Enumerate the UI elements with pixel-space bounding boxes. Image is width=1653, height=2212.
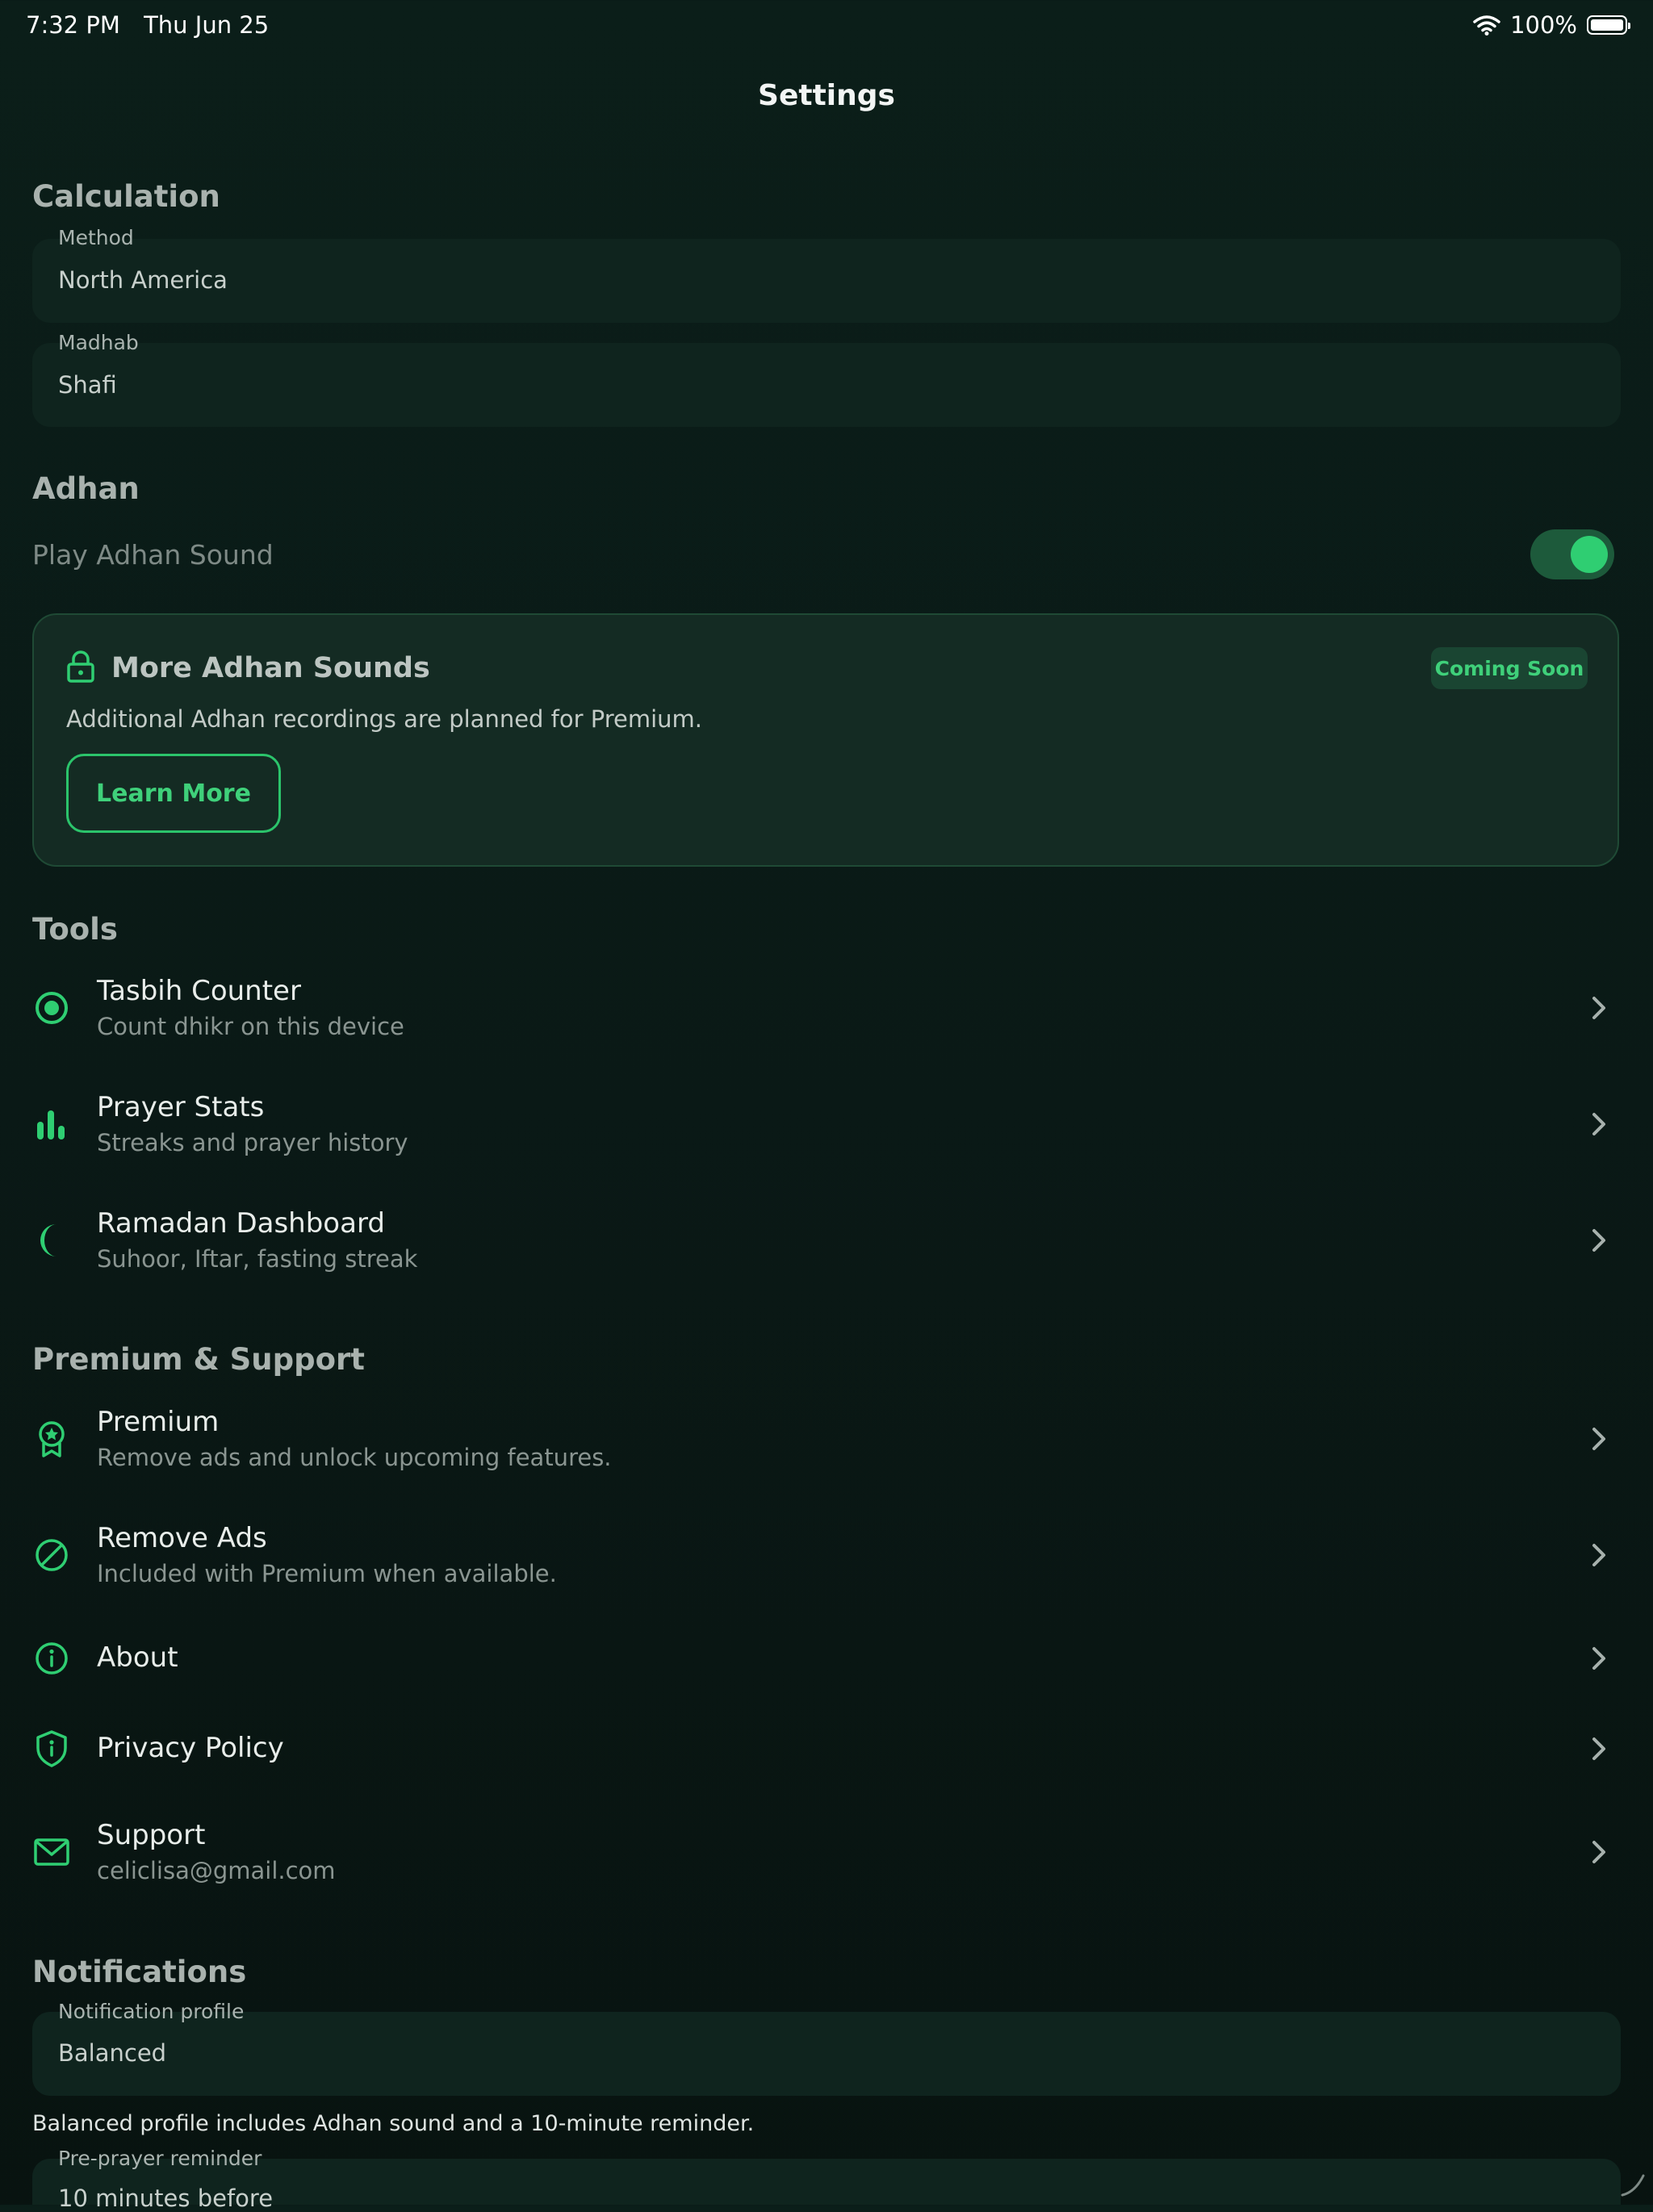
chevron-right-icon	[1592, 1229, 1605, 1252]
support-title: Support	[97, 1819, 206, 1851]
status-bar-left: 7:32 PM Thu Jun 25	[26, 11, 269, 39]
tasbih-subtitle: Count dhikr on this device	[97, 1013, 404, 1040]
resize-grabber-icon	[1621, 2174, 1645, 2197]
shield-info-icon	[36, 1730, 67, 1767]
privacy-policy-title: Privacy Policy	[97, 1732, 284, 1764]
section-adhan-title: Adhan	[32, 471, 140, 506]
ramadan-subtitle: Suhoor, Iftar, fasting streak	[97, 1245, 418, 1273]
pre-prayer-reminder-label: Pre-prayer reminder	[58, 2147, 262, 2170]
play-adhan-label: Play Adhan Sound	[32, 539, 274, 571]
status-bar-right: 100%	[1473, 11, 1630, 39]
target-icon	[36, 992, 68, 1024]
notification-profile-value: Balanced	[58, 2039, 167, 2067]
battery-icon	[1587, 15, 1630, 35]
method-value: North America	[58, 266, 228, 294]
about-title: About	[97, 1641, 178, 1674]
page-title: Settings	[758, 79, 895, 112]
lock-icon	[67, 650, 94, 683]
status-date: Thu Jun 25	[144, 11, 270, 39]
more-adhan-description: Additional Adhan recordings are planned …	[66, 705, 703, 733]
learn-more-button[interactable]: Learn More	[66, 754, 281, 833]
battery-percent: 100%	[1510, 11, 1577, 39]
remove-ads-subtitle: Included with Premium when available.	[97, 1560, 557, 1587]
remove-ads-title: Remove Ads	[97, 1522, 267, 1554]
chevron-right-icon	[1592, 1544, 1605, 1566]
envelope-icon	[34, 1838, 69, 1866]
bar-chart-icon	[37, 1110, 65, 1139]
wifi-icon	[1473, 15, 1500, 36]
coming-soon-badge: Coming Soon	[1431, 647, 1588, 689]
pre-prayer-reminder-value: 10 minutes before	[58, 2185, 274, 2212]
method-label: Method	[58, 226, 134, 249]
status-time: 7:32 PM	[26, 11, 120, 39]
premium-title: Premium	[97, 1406, 220, 1438]
section-tools-title: Tools	[32, 912, 118, 947]
toggle-knob	[1571, 536, 1608, 573]
chevron-right-icon	[1592, 1841, 1605, 1863]
chevron-right-icon	[1592, 997, 1605, 1019]
notification-profile-field[interactable]	[32, 2012, 1621, 2096]
chevron-right-icon	[1592, 1428, 1605, 1450]
more-adhan-title: More Adhan Sounds	[111, 652, 430, 684]
award-ribbon-icon	[39, 1421, 65, 1457]
madhab-field[interactable]	[32, 343, 1621, 427]
info-icon	[36, 1642, 68, 1675]
notification-profile-note: Balanced profile includes Adhan sound an…	[32, 2111, 755, 2136]
ramadan-title: Ramadan Dashboard	[97, 1207, 385, 1240]
madhab-value: Shafi	[58, 371, 117, 399]
notification-profile-label: Notification profile	[58, 2000, 245, 2023]
block-icon	[36, 1539, 68, 1571]
section-calculation-title: Calculation	[32, 179, 220, 214]
section-notifications-title: Notifications	[32, 1955, 247, 1989]
chevron-right-icon	[1592, 1647, 1605, 1670]
tasbih-title: Tasbih Counter	[97, 975, 301, 1007]
prayer-stats-subtitle: Streaks and prayer history	[97, 1129, 408, 1156]
method-field[interactable]	[32, 239, 1621, 323]
play-adhan-toggle[interactable]	[1530, 529, 1614, 579]
support-email[interactable]: celiclisa@gmail.com	[97, 1857, 336, 1884]
madhab-label: Madhab	[58, 331, 139, 354]
section-premium-support-title: Premium & Support	[32, 1342, 365, 1377]
support-row-about[interactable]	[32, 1622, 1621, 1695]
prayer-stats-title: Prayer Stats	[97, 1091, 265, 1123]
crescent-moon-icon	[40, 1224, 56, 1257]
chevron-right-icon	[1592, 1113, 1605, 1135]
chevron-right-icon	[1592, 1737, 1605, 1760]
premium-subtitle: Remove ads and unlock upcoming features.	[97, 1444, 612, 1471]
